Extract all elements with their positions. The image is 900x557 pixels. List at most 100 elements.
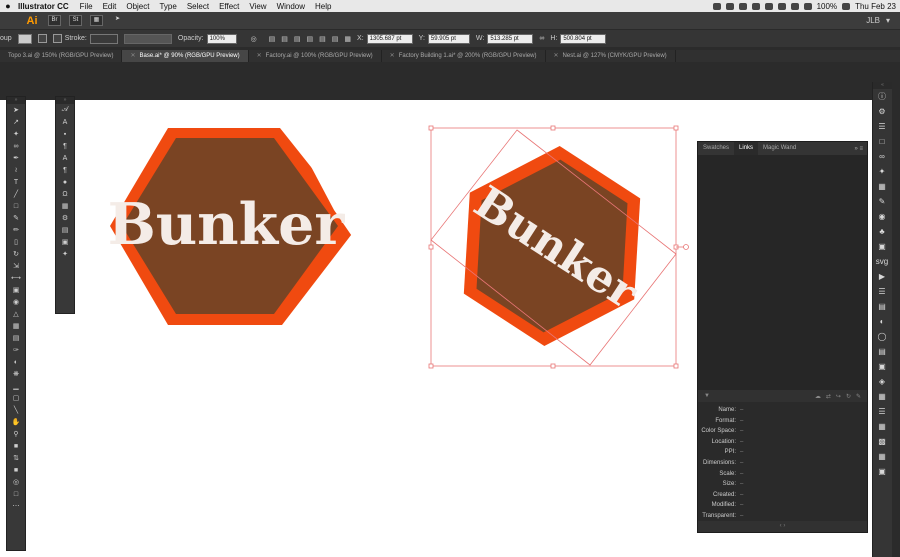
tab-links[interactable]: Links — [734, 142, 759, 155]
brushes-panel-icon[interactable]: ✎ — [873, 194, 891, 209]
panel-grip[interactable]: « — [873, 82, 892, 89]
logo-bunker-right[interactable]: Bunker — [422, 119, 689, 373]
tab-base[interactable]: ✕ Base.ai* @ 90% (RGB/GPU Preview) — [122, 50, 249, 62]
status-icon[interactable] — [712, 2, 721, 10]
height-field[interactable]: 500.804 pt — [560, 33, 607, 44]
selection-handle[interactable] — [428, 244, 434, 250]
magic-wand-icon[interactable]: ✦ — [7, 128, 25, 140]
type-on-path-icon[interactable]: 𝒜 — [56, 104, 74, 116]
panel-footer-nav[interactable]: ‹ › — [698, 521, 867, 532]
stroke-icon[interactable]: ☰ — [873, 284, 891, 299]
transparency-icon[interactable]: ◐ — [873, 314, 891, 329]
gradient-icon[interactable]: ▤ — [7, 332, 25, 344]
selection-handle[interactable] — [550, 363, 556, 369]
go-to-link-icon[interactable]: ↪ — [836, 393, 841, 400]
tab-magic-wand[interactable]: Magic Wand — [758, 142, 801, 155]
type-icon[interactable]: T — [7, 176, 25, 188]
align-bottom-icon[interactable]: ▤ — [332, 35, 339, 43]
menu-type[interactable]: Type — [154, 2, 181, 11]
menu-select[interactable]: Select — [182, 2, 214, 11]
hand-icon[interactable]: ✋ — [7, 416, 25, 428]
gpu-icon[interactable]: ▦ — [56, 200, 74, 212]
artboard-icon[interactable]: ▢ — [7, 392, 25, 404]
symbols-icon[interactable]: Ω — [56, 188, 74, 200]
scale-icon[interactable]: ⇲ — [7, 260, 25, 272]
fill-stroke-swatch[interactable]: ■ — [7, 440, 25, 452]
align-top-icon[interactable]: ▤ — [307, 35, 314, 43]
magic-wand-panel-icon[interactable]: ✦ — [873, 164, 891, 179]
paintbrush-icon[interactable]: ✎ — [7, 212, 25, 224]
opentype-icon[interactable]: ▦ — [873, 419, 891, 434]
character-icon[interactable]: A — [56, 152, 74, 164]
tab-factory[interactable]: ✕ Factory.ai @ 100% (RGB/GPU Preview) — [249, 50, 382, 62]
menu-effect[interactable]: Effect — [214, 2, 244, 11]
appearance-icon[interactable]: ◯ — [873, 329, 891, 344]
selection-icon[interactable]: ➤ — [7, 104, 25, 116]
color-icon[interactable]: ◉ — [873, 209, 891, 224]
close-icon[interactable]: ✕ — [257, 53, 262, 59]
wifi-icon[interactable] — [790, 2, 799, 10]
opacity-label[interactable]: Opacity: — [178, 35, 204, 42]
close-icon[interactable]: ✕ — [554, 53, 559, 59]
stroke-weight-field[interactable] — [89, 33, 118, 44]
rectangle-icon[interactable]: □ — [7, 200, 25, 212]
transform-icon[interactable]: ▣ — [873, 359, 891, 374]
stroke-swatch[interactable] — [37, 34, 47, 43]
asset-export-icon[interactable]: ▦ — [873, 449, 891, 464]
chevron-down-icon[interactable]: ▾ — [886, 16, 890, 25]
workspace-switcher[interactable]: JLB — [866, 16, 880, 25]
opacity-field[interactable]: 100% — [206, 33, 237, 44]
variables-icon[interactable]: ▩ — [873, 434, 891, 449]
stroke-question-icon[interactable] — [52, 34, 62, 43]
actions-icon[interactable]: ▶ — [873, 269, 891, 284]
relink-icon[interactable]: ⇄ — [826, 393, 831, 400]
menu-file[interactable]: File — [75, 2, 98, 11]
tab-swatches[interactable]: Swatches — [698, 142, 734, 155]
close-icon[interactable]: ✕ — [390, 53, 395, 59]
align-icon[interactable]: ▤ — [873, 344, 891, 359]
paragraph-panel-icon[interactable]: ☰ — [873, 404, 891, 419]
panel-grip[interactable]: » — [56, 97, 74, 104]
brushes-icon[interactable]: ● — [56, 176, 74, 188]
menu-view[interactable]: View — [244, 2, 271, 11]
menu-help[interactable]: Help — [310, 2, 336, 11]
mesh-icon[interactable]: ▦ — [7, 320, 25, 332]
direct-select-icon[interactable]: ↗ — [7, 116, 25, 128]
app-name-menu[interactable]: Illustrator CC — [16, 2, 75, 11]
perspective-icon[interactable]: △ — [7, 308, 25, 320]
gradient-panel-icon[interactable]: ▤ — [873, 299, 891, 314]
apple-menu-icon[interactable]: ● — [0, 1, 16, 11]
volume-icon[interactable] — [803, 2, 812, 10]
paragraph-type-icon[interactable]: ¶ — [56, 140, 74, 152]
character-panel-icon[interactable]: ▦ — [873, 389, 891, 404]
swap-fill-stroke-icon[interactable]: ⇅ — [7, 452, 25, 464]
curvature-icon[interactable]: ≀ — [7, 164, 25, 176]
transform-grid-icon[interactable]: ▦ — [344, 35, 351, 43]
free-transform-icon[interactable]: ▣ — [7, 284, 25, 296]
swatches-icon[interactable]: ▦ — [873, 179, 891, 194]
artboards-panel-icon[interactable]: ▣ — [873, 464, 891, 479]
tab-nest[interactable]: ✕ Nest.ai @ 127% (CMYK/GPU Preview) — [546, 50, 676, 62]
pen-icon[interactable]: ✒ — [7, 152, 25, 164]
constrain-link-icon[interactable]: ∞ — [539, 35, 544, 42]
logo-bunker-left[interactable]: Bunker — [108, 128, 358, 325]
shape-builder-icon[interactable]: ◉ — [7, 296, 25, 308]
rotate-icon[interactable]: ↻ — [7, 248, 25, 260]
links-icon[interactable]: ∞ — [873, 149, 891, 164]
variable-width-field[interactable] — [123, 33, 172, 44]
update-link-icon[interactable]: ↻ — [846, 393, 851, 400]
slice-icon[interactable]: ╲ — [7, 404, 25, 416]
width-field[interactable]: 513.285 pt — [487, 33, 534, 44]
line-icon[interactable]: ╱ — [7, 188, 25, 200]
pencil-icon[interactable]: ✏ — [7, 224, 25, 236]
status-icon[interactable] — [764, 2, 773, 10]
graphic-styles-icon[interactable]: ▣ — [873, 239, 891, 254]
gpu-performance-icon[interactable]: ➤ — [111, 15, 124, 26]
width-icon[interactable]: ⟷ — [7, 272, 25, 284]
menu-edit[interactable]: Edit — [98, 2, 122, 11]
cc-libraries-icon[interactable]: □ — [873, 134, 891, 149]
glyphs-icon[interactable]: ¶ — [56, 164, 74, 176]
links-list[interactable] — [698, 155, 867, 390]
tab-topo[interactable]: Topo 3.ai @ 150% (RGB/GPU Preview) — [0, 50, 123, 62]
libraries-icon[interactable]: ⚙ — [56, 212, 74, 224]
